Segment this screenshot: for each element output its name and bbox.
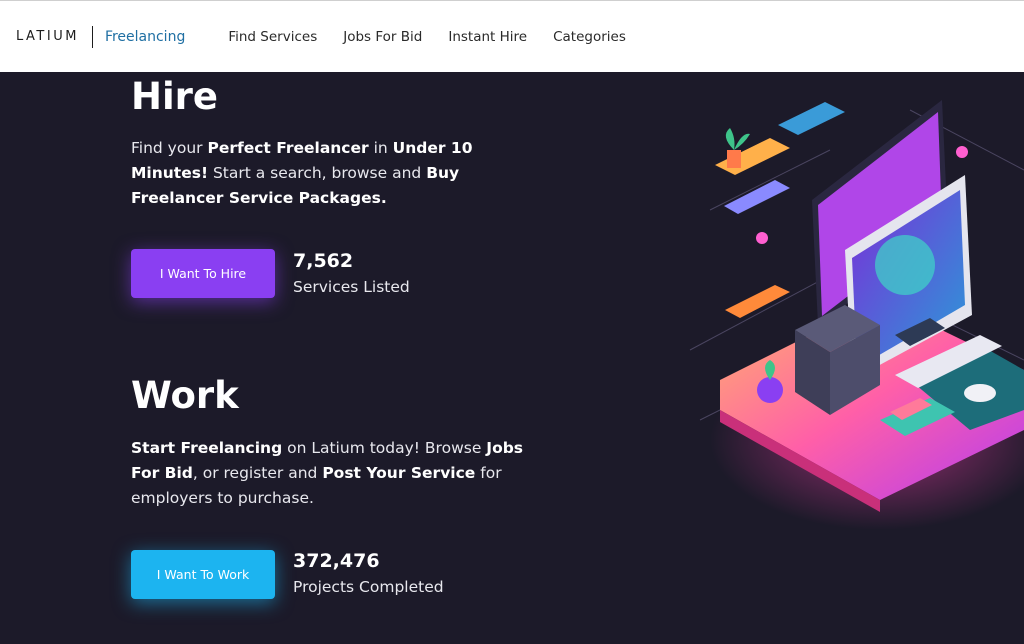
i-want-to-work-button[interactable]: I Want To Work [131,550,275,599]
projects-label: Projects Completed [293,578,444,596]
logo-subtitle[interactable]: Freelancing [105,29,185,45]
services-stat: 7,562 Services Listed [293,250,410,296]
main-nav: Find Services Jobs For Bid Instant Hire … [228,29,652,45]
nav-instant-hire[interactable]: Instant Hire [448,29,527,45]
latium-logo[interactable]: LATIUM [16,29,79,44]
workspace-illustration [689,100,1024,530]
nav-categories[interactable]: Categories [553,29,626,45]
nav-find-services[interactable]: Find Services [228,29,317,45]
work-description: Start Freelancing on Latium today! Brows… [131,439,524,507]
nav-jobs-for-bid[interactable]: Jobs For Bid [343,29,422,45]
services-count: 7,562 [293,250,354,272]
projects-stat: 372,476 Projects Completed [293,550,444,596]
hire-title: Hire [131,75,218,118]
top-navbar: LATIUM Freelancing Find Services Jobs Fo… [0,0,1024,72]
work-title: Work [131,374,239,417]
projects-count: 372,476 [293,550,380,572]
i-want-to-hire-button[interactable]: I Want To Hire [131,249,275,298]
services-label: Services Listed [293,278,410,296]
hire-section: Hire [131,78,218,115]
hire-description: Find your Perfect Freelancer in Under 10… [131,139,473,207]
work-section: Work [131,377,239,414]
logo-divider [91,25,93,48]
